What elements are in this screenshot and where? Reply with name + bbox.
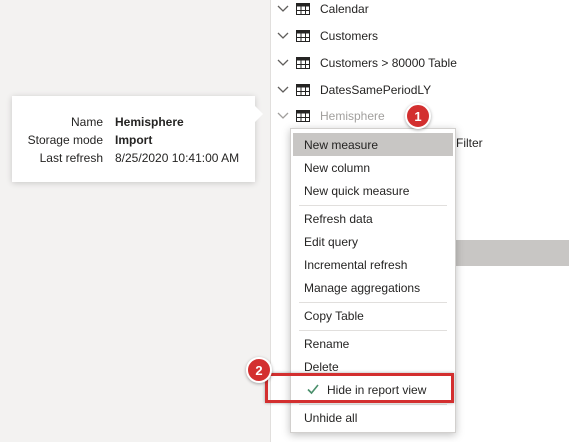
- table-item-customers-80000[interactable]: Customers > 80000 Table: [272, 51, 569, 75]
- tooltip-row-storage-mode: Storage mode Import: [12, 133, 255, 150]
- table-item-customers[interactable]: Customers: [272, 24, 569, 48]
- menu-item-label: Delete: [304, 359, 339, 374]
- table-icon: [296, 110, 310, 122]
- menu-item-label: Manage aggregations: [304, 280, 421, 295]
- menu-item-label: Unhide all: [304, 410, 358, 425]
- menu-item-incremental-refresh[interactable]: Incremental refresh: [291, 253, 455, 276]
- tooltip-value: 8/25/2020 10:41:00 AM: [115, 151, 240, 165]
- table-icon: [296, 57, 310, 69]
- menu-item-manage-aggregations[interactable]: Manage aggregations: [291, 276, 455, 299]
- table-icon: [296, 84, 310, 96]
- menu-separator: [299, 302, 447, 303]
- menu-item-edit-query[interactable]: Edit query: [291, 230, 455, 253]
- menu-separator: [299, 330, 447, 331]
- menu-separator: [299, 404, 447, 405]
- menu-item-label: Rename: [304, 336, 350, 351]
- tooltip-key: Last refresh: [39, 151, 103, 165]
- table-info-tooltip: Name Hemisphere Storage mode Import Last…: [12, 96, 263, 182]
- tooltip-value: Hemisphere: [115, 115, 184, 129]
- table-icon: [296, 30, 310, 42]
- tooltip-key: Name: [70, 115, 103, 129]
- menu-item-label: Copy Table: [304, 308, 364, 323]
- menu-item-unhide-all[interactable]: Unhide all: [291, 406, 455, 429]
- table-item-label: Customers > 80000 Table: [320, 56, 457, 70]
- tooltip-row-name: Name Hemisphere: [12, 115, 255, 132]
- table-item-label: DatesSamePeriodLY: [320, 83, 432, 97]
- table-item-datessameperiodly[interactable]: DatesSamePeriodLY: [272, 78, 569, 102]
- step-badge-1: 1: [405, 103, 431, 129]
- chevron-down-icon[interactable]: [275, 55, 291, 71]
- highlight-box: [265, 373, 454, 403]
- table-item-calendar[interactable]: Calendar: [272, 0, 569, 21]
- menu-item-new-measure[interactable]: New measure: [293, 133, 453, 156]
- menu-item-label: Incremental refresh: [304, 257, 408, 272]
- tooltip-row-last-refresh: Last refresh 8/25/2020 10:41:00 AM: [12, 151, 255, 168]
- step-badge-2: 2: [246, 357, 272, 383]
- chevron-down-icon[interactable]: [275, 108, 291, 124]
- menu-separator: [299, 205, 447, 206]
- menu-item-label: New quick measure: [304, 183, 410, 198]
- table-icon: [296, 3, 310, 15]
- menu-item-copy-table[interactable]: Copy Table: [291, 304, 455, 327]
- menu-item-label: New measure: [304, 137, 379, 152]
- menu-item-rename[interactable]: Rename: [291, 332, 455, 355]
- menu-item-new-quick-measure[interactable]: New quick measure: [291, 179, 455, 202]
- table-item-label: Hemisphere: [320, 109, 385, 123]
- chevron-down-icon[interactable]: [275, 28, 291, 44]
- chevron-down-icon[interactable]: [275, 82, 291, 98]
- filter-label: Filter: [456, 136, 483, 150]
- menu-item-new-column[interactable]: New column: [291, 156, 455, 179]
- tooltip-key: Storage mode: [27, 133, 103, 147]
- menu-item-label: New column: [304, 160, 371, 175]
- hover-highlight-strip: [455, 240, 569, 266]
- tooltip-value: Import: [115, 133, 153, 147]
- table-item-label: Customers: [320, 29, 379, 43]
- chevron-down-icon[interactable]: [275, 1, 291, 17]
- menu-item-refresh-data[interactable]: Refresh data: [291, 207, 455, 230]
- menu-item-label: Edit query: [304, 234, 359, 249]
- menu-item-label: Refresh data: [304, 211, 373, 226]
- table-item-label: Calendar: [320, 2, 369, 16]
